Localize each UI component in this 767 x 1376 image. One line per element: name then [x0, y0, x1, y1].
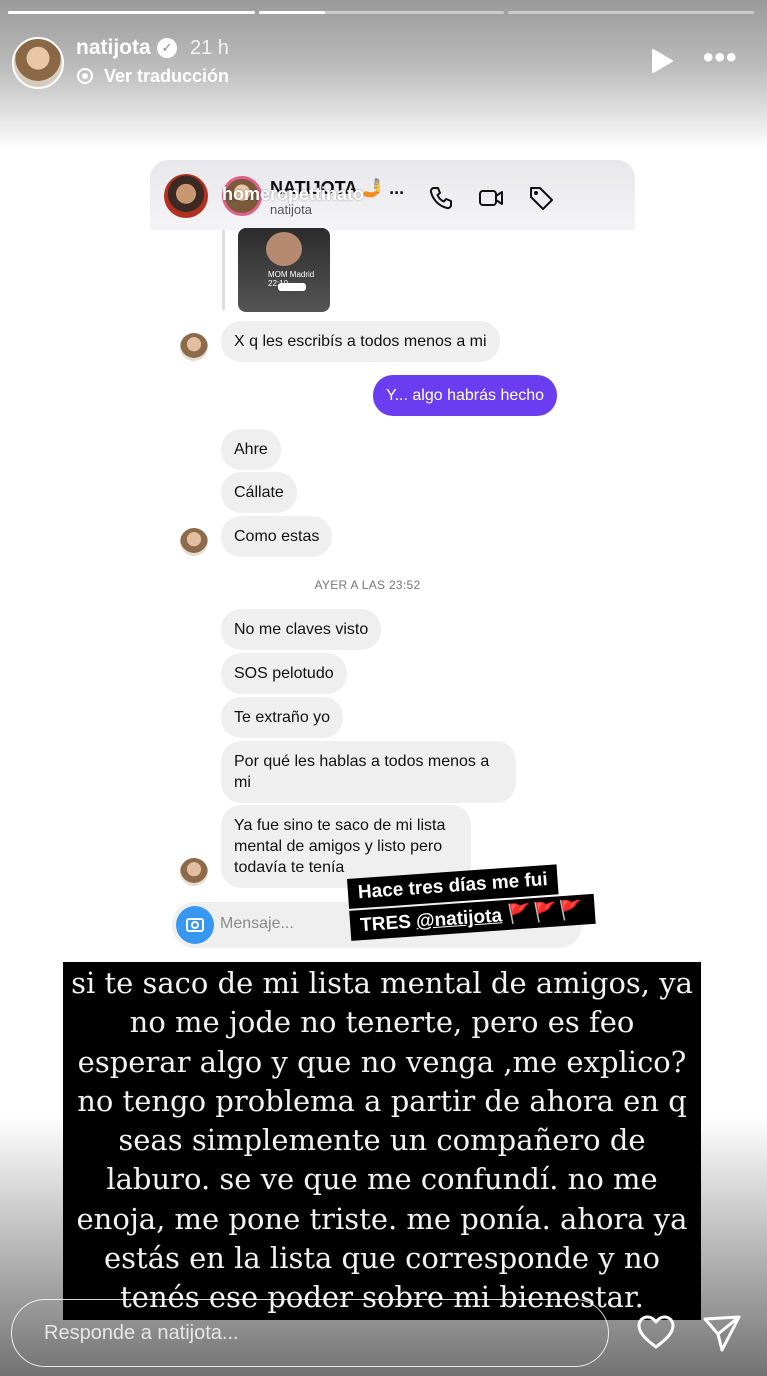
message-bubble: X q les escribís a todos menos a mi [221, 321, 500, 362]
mention-link[interactable]: @natijota [415, 905, 502, 932]
message-bubble: Cállate [221, 472, 297, 513]
sender-avatar [180, 528, 208, 556]
sender-avatar [180, 858, 208, 886]
message-bubble: Por qué les hablas a todos menos a mi [221, 741, 516, 803]
message-bubble: Te extraño yo [221, 697, 344, 738]
story-progress-3 [508, 11, 754, 14]
message-bubble: No me claves visto [221, 609, 382, 650]
story-progress-2 [259, 11, 504, 14]
tag-icon [530, 187, 553, 210]
more-options-icon[interactable]: ••• [703, 43, 743, 74]
reply-indicator [222, 230, 225, 310]
reply-placeholder: Responde a natijota... [44, 1322, 239, 1344]
overlay-author-avatar [164, 174, 208, 218]
message-bubble: SOS pelotudo [221, 653, 347, 694]
camera-icon [176, 906, 214, 944]
story-time: 21 h [190, 37, 229, 59]
phone-icon [429, 187, 452, 210]
translate-link[interactable]: Ver traducción [104, 66, 229, 87]
shared-post-thumbnail: MOM Madrid 22:10 [238, 228, 330, 312]
send-icon[interactable] [702, 1313, 742, 1353]
sender-avatar [180, 333, 208, 361]
story-progress-fill [8, 11, 255, 14]
message-bubble: Ahre [221, 429, 281, 470]
heart-icon[interactable] [636, 1313, 676, 1353]
translate-icon[interactable] [77, 68, 93, 84]
story-progress-1 [8, 11, 255, 14]
author-avatar[interactable] [12, 37, 64, 89]
author-username[interactable]: natijota [76, 36, 151, 60]
red-flags-emoji: 🚩🚩🚩 [507, 899, 586, 926]
story-caption: si te saco de mi lista mental de amigos,… [63, 962, 701, 1320]
chat-subtitle: natijota [270, 202, 312, 217]
video-call-icon [479, 190, 503, 206]
message-bubble: Como estas [221, 516, 333, 557]
shared-post-face [266, 232, 302, 266]
reply-input[interactable]: Responde a natijota... [11, 1299, 609, 1367]
verified-badge-icon: ✓ [157, 38, 177, 58]
sticker-line-2-prefix: TRES [359, 911, 417, 937]
message-input: Mensaje... [220, 915, 294, 932]
story-progress-fill [259, 11, 326, 14]
play-icon[interactable] [650, 48, 674, 74]
shared-post-badge [278, 283, 306, 291]
chat-timestamp: AYER A LAS 23:52 [314, 578, 421, 592]
dm-screenshot: NATIJOTA 🤳 ... homeropettinato natijota … [150, 160, 635, 960]
message-bubble-sent: Y... algo habrás hecho [373, 375, 558, 416]
